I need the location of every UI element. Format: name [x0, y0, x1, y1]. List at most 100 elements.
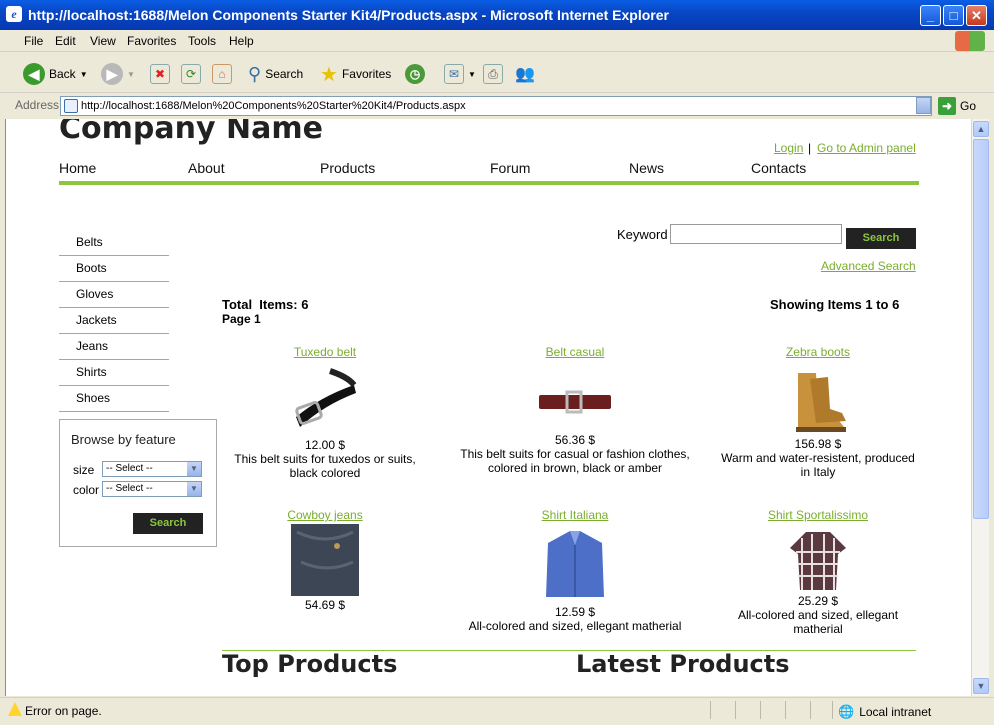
scroll-thumb[interactable]: [973, 139, 989, 519]
link-separator: |: [808, 141, 812, 155]
address-dropdown-icon[interactable]: [916, 97, 931, 114]
menu-tools[interactable]: Tools: [188, 34, 216, 48]
home-button[interactable]: ⌂: [212, 62, 232, 86]
shirt-sportalissimo-image[interactable]: [788, 524, 848, 594]
vertical-scrollbar[interactable]: ▲ ▼: [971, 119, 989, 696]
product-link[interactable]: Shirt Sportalissimo: [768, 508, 868, 522]
product-link[interactable]: Tuxedo belt: [294, 345, 356, 359]
product-link[interactable]: Zebra boots: [786, 345, 850, 359]
browse-search-button[interactable]: Search: [133, 513, 203, 534]
ie-logo-icon: e: [6, 6, 22, 22]
status-text: Error on page.: [25, 704, 102, 718]
back-button[interactable]: ◀ Back ▼: [23, 62, 88, 86]
cowboy-jeans-image[interactable]: [287, 522, 363, 598]
search-icon: ⚲: [248, 63, 262, 84]
address-bar: Address http://localhost:1688/Melon%20Co…: [0, 94, 994, 118]
nav-contacts[interactable]: Contacts: [751, 160, 806, 176]
category-belts[interactable]: Belts: [59, 230, 169, 256]
address-input[interactable]: http://localhost:1688/Melon%20Components…: [60, 96, 932, 116]
nav-underline: [59, 181, 919, 185]
forward-button[interactable]: ▶ ▼: [101, 62, 135, 86]
menu-favorites[interactable]: Favorites: [127, 34, 176, 48]
back-arrow-icon: ◀: [23, 63, 45, 85]
back-dropdown-icon[interactable]: ▼: [80, 70, 88, 79]
nav-news[interactable]: News: [629, 160, 664, 176]
star-icon: ★: [320, 63, 338, 86]
color-select[interactable]: -- Select -- ▼: [102, 481, 202, 497]
category-jackets[interactable]: Jackets: [59, 308, 169, 334]
company-name: Company Name: [59, 119, 323, 146]
category-gloves[interactable]: Gloves: [59, 282, 169, 308]
search-button[interactable]: Search: [846, 228, 916, 249]
size-label: size: [73, 463, 95, 477]
product-price: 54.69 $: [304, 598, 346, 612]
page-icon: [64, 99, 78, 113]
shirt-italiana-image[interactable]: [540, 525, 610, 605]
product-description: This belt suits for tuxedos or suits, bl…: [234, 452, 416, 480]
chevron-down-icon: ▼: [187, 462, 201, 476]
product-card: Cowboy jeans 54.69 $: [225, 508, 425, 612]
nav-about[interactable]: About: [188, 160, 225, 176]
color-label: color: [73, 483, 100, 497]
go-button[interactable]: ➜ Go: [938, 96, 976, 116]
scroll-up-icon[interactable]: ▲: [973, 121, 989, 137]
print-button[interactable]: ⎙: [483, 62, 503, 86]
product-card: Belt casual 56.36 $ This belt suits for …: [460, 345, 690, 475]
page-viewport: Company Name Login | Go to Admin panel H…: [5, 119, 971, 696]
go-arrow-icon: ➜: [938, 97, 956, 115]
product-link[interactable]: Shirt Italiana: [542, 508, 609, 522]
menu-file[interactable]: File: [24, 34, 43, 48]
close-button[interactable]: ✕: [966, 5, 987, 26]
menu-help[interactable]: Help: [229, 34, 254, 48]
size-select[interactable]: -- Select -- ▼: [102, 461, 202, 477]
tuxedo-belt-image[interactable]: [290, 367, 360, 433]
latest-products-heading: Latest Products: [576, 650, 790, 678]
stop-icon: ✖: [150, 64, 170, 84]
menu-edit[interactable]: Edit: [55, 34, 76, 48]
history-button[interactable]: ◷: [405, 62, 425, 86]
nav-products[interactable]: Products: [320, 160, 375, 176]
category-shoes[interactable]: Shoes: [59, 386, 169, 412]
product-price: 12.59 $: [554, 605, 596, 619]
category-boots[interactable]: Boots: [59, 256, 169, 282]
menu-bar: File Edit View Favorites Tools Help: [0, 30, 994, 52]
admin-panel-link[interactable]: Go to Admin panel: [817, 141, 916, 155]
showing-items: Showing Items 1 to 6: [770, 297, 900, 312]
warning-icon[interactable]: [8, 702, 22, 716]
product-price: 56.36 $: [554, 433, 596, 447]
product-card: Shirt Sportalissimo 25.29 $ All-colored …: [718, 508, 918, 636]
category-shirts[interactable]: Shirts: [59, 360, 169, 386]
login-link[interactable]: Login: [774, 141, 803, 155]
product-description: All-colored and sized, ellegant matheria…: [737, 608, 899, 636]
minimize-button[interactable]: _: [920, 5, 941, 26]
category-jeans[interactable]: Jeans: [59, 334, 169, 360]
address-label: Address: [15, 98, 60, 112]
keyword-input[interactable]: [670, 224, 842, 244]
refresh-icon: ⟳: [181, 64, 201, 84]
nav-home[interactable]: Home: [59, 160, 96, 176]
menu-view[interactable]: View: [90, 34, 116, 48]
mail-button[interactable]: ✉ ▼: [444, 62, 476, 86]
product-description: This belt suits for casual or fashion cl…: [460, 447, 690, 475]
search-button[interactable]: ⚲ Search: [248, 62, 303, 86]
forward-arrow-icon: ▶: [101, 63, 123, 85]
status-bar: Error on page. 🌐 Local intranet: [0, 697, 994, 725]
scroll-down-icon[interactable]: ▼: [973, 678, 989, 694]
product-link[interactable]: Cowboy jeans: [287, 508, 362, 522]
page-number: Page 1: [222, 312, 261, 326]
belt-casual-image[interactable]: [537, 373, 613, 433]
product-card: Tuxedo belt 12.00 $ This belt suits for …: [225, 345, 425, 480]
zebra-boots-image[interactable]: [788, 365, 848, 435]
messenger-button[interactable]: 👥: [515, 62, 535, 86]
windows-logo-icon: [955, 31, 985, 51]
favorites-button[interactable]: ★ Favorites: [320, 62, 391, 86]
product-link[interactable]: Belt casual: [546, 345, 605, 359]
messenger-icon: 👥: [515, 66, 535, 83]
keyword-label: Keyword: [617, 227, 668, 242]
maximize-button[interactable]: □: [943, 5, 964, 26]
nav-forum[interactable]: Forum: [490, 160, 530, 176]
refresh-button[interactable]: ⟳: [181, 62, 201, 86]
product-price: 156.98 $: [794, 437, 842, 451]
stop-button[interactable]: ✖: [150, 62, 170, 86]
advanced-search-link[interactable]: Advanced Search: [821, 259, 916, 273]
